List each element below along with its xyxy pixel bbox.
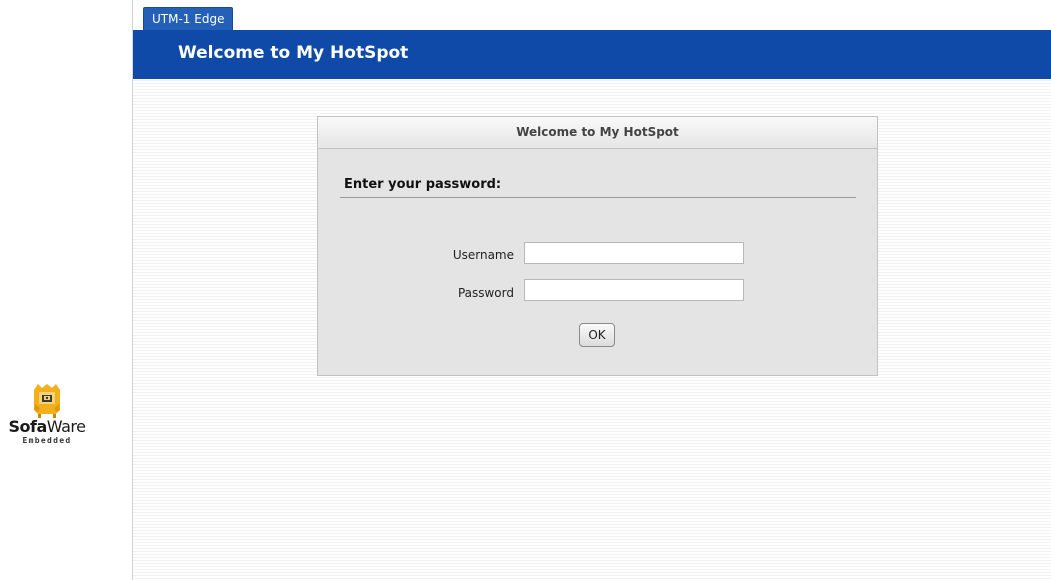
tab-strip: UTM-1 Edge	[133, 0, 1051, 31]
tab-utm1-edge[interactable]: UTM-1 Edge	[143, 7, 234, 31]
username-input[interactable]	[524, 242, 744, 264]
divider	[340, 197, 856, 198]
password-input[interactable]	[524, 279, 744, 301]
page-title: Welcome to My HotSpot	[178, 43, 409, 63]
sofaware-logo: SofaWare Embedded	[7, 384, 87, 445]
main-area: UTM-1 Edge Welcome to My HotSpot Welcome…	[133, 0, 1051, 580]
logo-brand: SofaWare	[8, 417, 86, 436]
username-label: Username	[452, 248, 514, 262]
sidebar: SofaWare Embedded	[0, 0, 133, 580]
logo-tagline: Embedded	[22, 436, 72, 445]
login-panel: Welcome to My HotSpot Enter your passwor…	[317, 116, 878, 376]
ok-button[interactable]: OK	[579, 323, 615, 347]
sofa-icon	[34, 384, 60, 418]
password-label: Password	[457, 286, 514, 300]
page-header: Welcome to My HotSpot	[133, 30, 1051, 79]
panel-title: Welcome to My HotSpot	[318, 117, 877, 149]
section-title: Enter your password:	[344, 177, 502, 192]
